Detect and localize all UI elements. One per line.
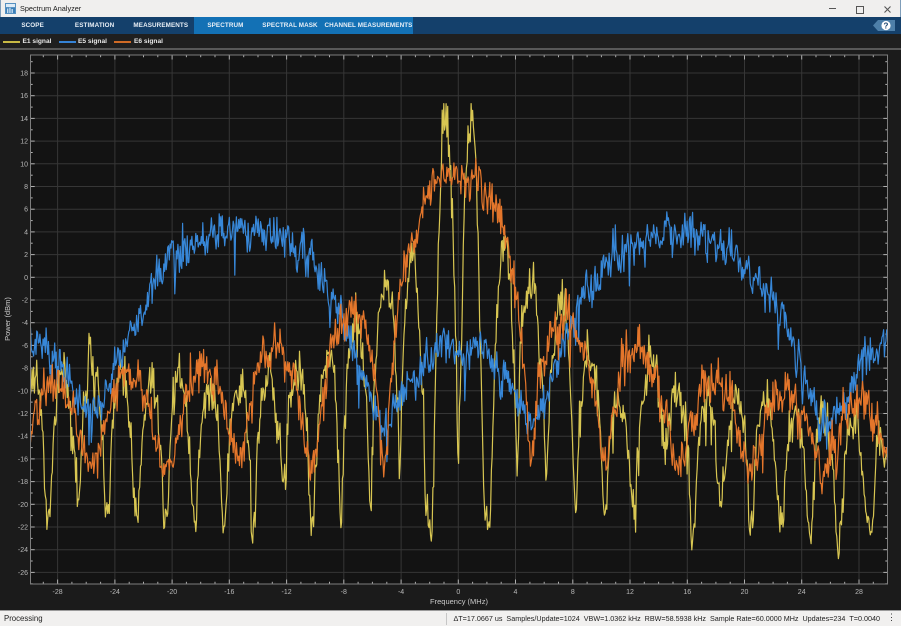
svg-text:16: 16 <box>683 589 691 596</box>
svg-text:4: 4 <box>514 589 518 596</box>
svg-text:8: 8 <box>571 589 575 596</box>
svg-text:-24: -24 <box>18 547 28 554</box>
svg-text:12: 12 <box>626 589 634 596</box>
svg-text:0: 0 <box>24 275 28 282</box>
svg-text:-18: -18 <box>18 479 28 486</box>
svg-text:-2: -2 <box>22 298 28 305</box>
svg-text:-10: -10 <box>18 388 28 395</box>
svg-text:12: 12 <box>20 139 28 146</box>
svg-text:0: 0 <box>456 589 460 596</box>
svg-text:-20: -20 <box>167 589 177 596</box>
svg-text:-12: -12 <box>282 589 292 596</box>
svg-text:16: 16 <box>20 93 28 100</box>
svg-text:8: 8 <box>24 184 28 191</box>
svg-text:2: 2 <box>24 252 28 259</box>
svg-text:4: 4 <box>24 229 28 236</box>
svg-text:-6: -6 <box>22 343 28 350</box>
svg-text:-4: -4 <box>398 589 404 596</box>
svg-text:-14: -14 <box>18 434 28 441</box>
svg-text:-4: -4 <box>22 320 28 327</box>
svg-text:-22: -22 <box>18 525 28 532</box>
svg-text:20: 20 <box>741 589 749 596</box>
svg-text:-20: -20 <box>18 502 28 509</box>
svg-text:?: ? <box>884 21 889 30</box>
svg-text:14: 14 <box>20 116 28 123</box>
svg-text:10: 10 <box>20 161 28 168</box>
svg-text:24: 24 <box>798 589 806 596</box>
svg-text:-12: -12 <box>18 411 28 418</box>
svg-text:Frequency (MHz): Frequency (MHz) <box>430 597 488 606</box>
svg-text:-24: -24 <box>110 589 120 596</box>
svg-text:-28: -28 <box>53 589 63 596</box>
svg-text:28: 28 <box>855 589 863 596</box>
svg-text:-16: -16 <box>18 456 28 463</box>
svg-text:-16: -16 <box>224 589 234 596</box>
svg-text:6: 6 <box>24 207 28 214</box>
svg-text:Power (dBm): Power (dBm) <box>3 297 12 341</box>
svg-text:-8: -8 <box>22 366 28 373</box>
svg-text:-26: -26 <box>18 570 28 577</box>
svg-text:18: 18 <box>20 71 28 78</box>
svg-text:-8: -8 <box>341 589 347 596</box>
